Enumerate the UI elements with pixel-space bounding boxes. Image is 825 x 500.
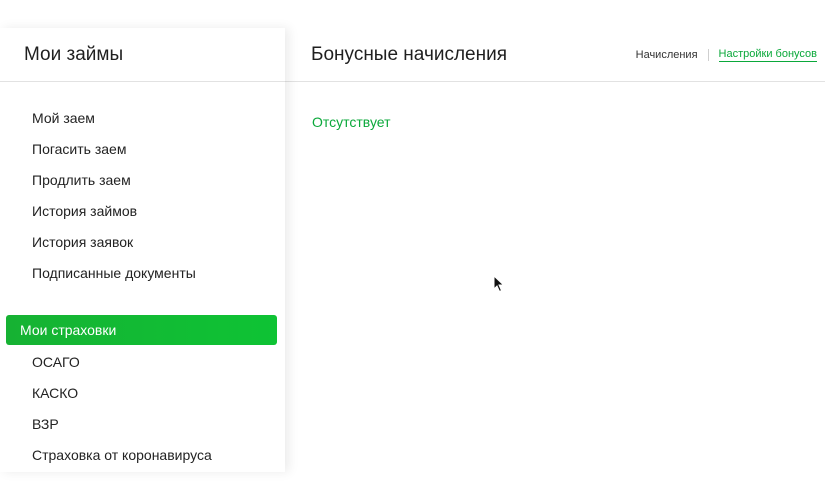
sidebar-item-repay-loan[interactable]: Погасить заем	[0, 133, 285, 164]
tab-bonus-settings[interactable]: Настройки бонусов	[718, 48, 817, 62]
sidebar-item-signed-documents[interactable]: Подписанные документы	[0, 257, 285, 288]
insurance-menu: Мои страховки ОСАГО КАСКО ВЗР Страховка …	[0, 315, 285, 470]
sidebar-item-application-history[interactable]: История заявок	[0, 226, 285, 257]
app-window: Мои займы Мой заем Погасить заем Продлит…	[0, 0, 825, 500]
sidebar-item-extend-loan[interactable]: Продлить заем	[0, 164, 285, 195]
loans-menu: Мой заем Погасить заем Продлить заем Ист…	[0, 102, 285, 288]
tab-divider	[707, 48, 709, 61]
sidebar-item-kasko[interactable]: КАСКО	[0, 377, 285, 408]
sidebar-item-my-insurance[interactable]: Мои страховки	[6, 315, 277, 345]
mouse-pointer-icon	[493, 275, 505, 293]
page-title: Бонусные начисления	[311, 43, 508, 65]
tab-accruals[interactable]: Начисления	[636, 49, 698, 61]
main-content: Бонусные начисления Начисления Настройки…	[285, 28, 825, 472]
main-header: Бонусные начисления Начисления Настройки…	[285, 28, 825, 82]
status-text: Отсутствует	[312, 114, 391, 130]
sidebar-item-coronavirus-insurance[interactable]: Страховка от коронавируса	[0, 439, 285, 470]
sidebar-title: Мои займы	[24, 43, 124, 65]
sidebar-item-osago[interactable]: ОСАГО	[0, 346, 285, 377]
tabs: Начисления Настройки бонусов	[636, 48, 817, 62]
sidebar: Мои займы Мой заем Погасить заем Продлит…	[0, 28, 285, 472]
sidebar-item-my-loan[interactable]: Мой заем	[0, 102, 285, 133]
sidebar-item-vzr[interactable]: ВЗР	[0, 408, 285, 439]
sidebar-item-loan-history[interactable]: История займов	[0, 195, 285, 226]
sidebar-header: Мои займы	[0, 28, 285, 82]
